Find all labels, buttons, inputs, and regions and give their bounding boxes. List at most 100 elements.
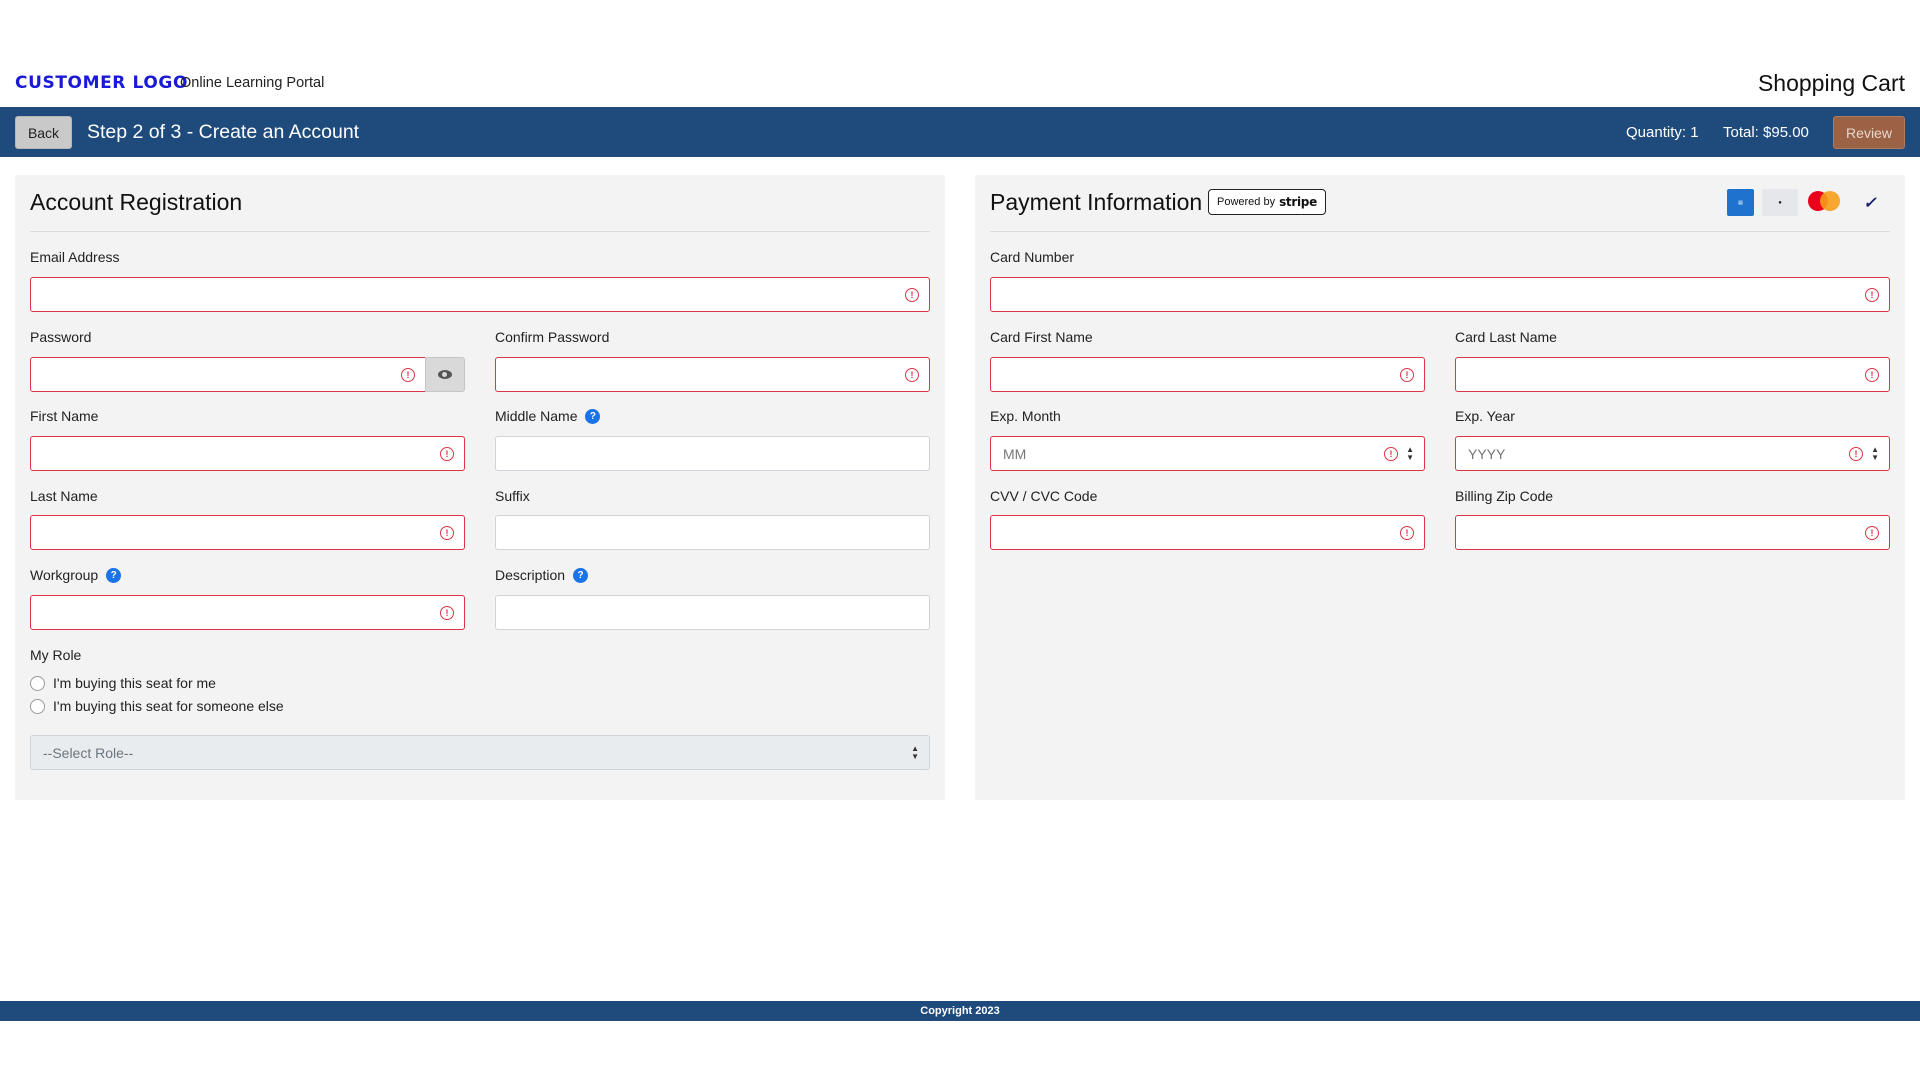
- cart-total: Total: $95.00: [1723, 124, 1809, 141]
- question-circle-icon[interactable]: ?: [106, 567, 122, 583]
- email-label: Email Address: [30, 249, 119, 265]
- exp-year-select[interactable]: YYYY ! ▲ ▼: [1455, 436, 1890, 471]
- review-button[interactable]: Review: [1833, 116, 1905, 149]
- exp-year-label-text: Exp. Year: [1455, 408, 1515, 424]
- password-label-text: Password: [30, 329, 92, 345]
- payment-information-title: Payment Information: [990, 189, 1203, 215]
- exclamation-circle-icon: !: [1400, 368, 1414, 382]
- powered-by-stripe-badge[interactable]: Powered by stripe: [1208, 189, 1326, 215]
- discover-icon: ●: [1762, 189, 1798, 216]
- card-first-name-label: Card First Name: [990, 329, 1093, 345]
- billing-zip-label: Billing Zip Code: [1455, 488, 1553, 504]
- middle-name-label-text: Middle Name: [495, 408, 578, 424]
- account-registration-panel: Account Registration Email Address ! Pas…: [15, 175, 945, 800]
- billing-zip-label-text: Billing Zip Code: [1455, 488, 1554, 504]
- account-registration-title: Account Registration: [30, 189, 243, 215]
- card-last-name-label: Card Last Name: [1455, 329, 1557, 345]
- payment-information-panel: Payment Information Powered by stripe ▤ …: [975, 175, 1905, 800]
- cart-quantity: Quantity: 1: [1626, 124, 1699, 141]
- card-last-name-field[interactable]: !: [1455, 357, 1890, 392]
- card-first-name-field[interactable]: !: [990, 357, 1425, 392]
- radio-button[interactable]: [30, 675, 45, 691]
- middle-name-label: Middle Name ?: [495, 408, 601, 424]
- exp-month-select[interactable]: MM ! ▲ ▼: [990, 436, 1425, 471]
- role-select-value: --Select Role--: [43, 744, 134, 761]
- workgroup-field[interactable]: !: [30, 595, 465, 630]
- confirm-password-label: Confirm Password: [495, 329, 609, 345]
- description-field[interactable]: [495, 595, 930, 630]
- copyright-text: Copyright 2023: [920, 1005, 1000, 1017]
- card-last-name-label-text: Card Last Name: [1455, 329, 1557, 345]
- top-header: CUSTOMER LOGO Online Learning Portal Sho…: [0, 0, 1920, 107]
- exclamation-circle-icon: !: [1384, 447, 1398, 461]
- divider: [30, 231, 930, 232]
- sort-arrows-icon: ▲ ▼: [1406, 445, 1414, 462]
- first-name-label-text: First Name: [30, 408, 99, 424]
- sort-arrows-icon: ▲ ▼: [1871, 445, 1879, 462]
- password-field[interactable]: !: [30, 357, 426, 392]
- shopping-cart-title: Shopping Cart: [1757, 70, 1905, 96]
- role-option-label: I'm buying this seat for me: [53, 675, 216, 691]
- first-name-field[interactable]: !: [30, 436, 465, 471]
- my-role-label: My Role: [30, 647, 81, 663]
- suffix-label-text: Suffix: [495, 488, 530, 504]
- card-number-label-text: Card Number: [990, 249, 1075, 265]
- password-label: Password: [30, 329, 91, 345]
- my-role-label-text: My Role: [30, 647, 82, 663]
- exclamation-circle-icon: !: [401, 368, 415, 382]
- role-option-label: I'm buying this seat for someone else: [53, 698, 284, 714]
- last-name-field[interactable]: !: [30, 515, 465, 550]
- exclamation-circle-icon: !: [905, 368, 919, 382]
- customer-logo: CUSTOMER LOGO: [15, 73, 188, 93]
- first-name-label: First Name: [30, 408, 98, 424]
- exclamation-circle-icon: !: [905, 288, 919, 302]
- american-express-icon: ▤: [1727, 189, 1754, 216]
- accepted-cards: ▤ ● ✓: [1727, 189, 1890, 216]
- last-name-label-text: Last Name: [30, 488, 98, 504]
- role-select[interactable]: --Select Role-- ▲ ▼: [30, 735, 930, 770]
- cvv-label: CVV / CVC Code: [990, 488, 1097, 504]
- confirm-password-field[interactable]: !: [495, 357, 930, 392]
- exclamation-circle-icon: !: [1865, 526, 1879, 540]
- exp-month-label-text: Exp. Month: [990, 408, 1061, 424]
- middle-name-field[interactable]: [495, 436, 930, 471]
- email-label-text: Email Address: [30, 249, 120, 265]
- confirm-password-label-text: Confirm Password: [495, 329, 610, 345]
- sort-arrows-icon: ▲ ▼: [911, 744, 919, 761]
- workgroup-label: Workgroup ?: [30, 567, 122, 583]
- exp-month-label: Exp. Month: [990, 408, 1061, 424]
- mastercard-icon: [1806, 189, 1842, 216]
- card-first-name-label-text: Card First Name: [990, 329, 1093, 345]
- exclamation-circle-icon: !: [440, 447, 454, 461]
- role-option-someone-else[interactable]: I'm buying this seat for someone else: [30, 698, 284, 714]
- exp-year-value: YYYY: [1468, 445, 1506, 462]
- cvv-label-text: CVV / CVC Code: [990, 488, 1098, 504]
- exclamation-circle-icon: !: [1865, 368, 1879, 382]
- visa-icon: ✓: [1863, 194, 1877, 212]
- suffix-field[interactable]: [495, 515, 930, 550]
- exclamation-circle-icon: !: [1849, 447, 1863, 461]
- question-circle-icon[interactable]: ?: [573, 567, 589, 583]
- footer: Copyright 2023: [0, 1001, 1920, 1021]
- email-field[interactable]: !: [30, 277, 930, 312]
- exclamation-circle-icon: !: [1865, 288, 1879, 302]
- exclamation-circle-icon: !: [440, 526, 454, 540]
- back-button[interactable]: Back: [15, 116, 72, 149]
- divider: [990, 231, 1890, 232]
- cvv-field[interactable]: !: [990, 515, 1425, 550]
- eye-icon: [438, 370, 452, 379]
- radio-button[interactable]: [30, 698, 45, 714]
- description-label: Description ?: [495, 567, 589, 583]
- show-password-toggle[interactable]: [425, 357, 465, 392]
- suffix-label: Suffix: [495, 488, 530, 504]
- role-option-self[interactable]: I'm buying this seat for me: [30, 675, 216, 691]
- exclamation-circle-icon: !: [440, 606, 454, 620]
- card-number-label: Card Number: [990, 249, 1074, 265]
- card-number-field[interactable]: !: [990, 277, 1890, 312]
- workgroup-label-text: Workgroup: [30, 567, 99, 583]
- portal-name: Online Learning Portal: [180, 75, 325, 91]
- last-name-label: Last Name: [30, 488, 98, 504]
- stripe-prefix: Powered by: [1217, 196, 1276, 208]
- question-circle-icon[interactable]: ?: [585, 408, 601, 424]
- billing-zip-field[interactable]: !: [1455, 515, 1890, 550]
